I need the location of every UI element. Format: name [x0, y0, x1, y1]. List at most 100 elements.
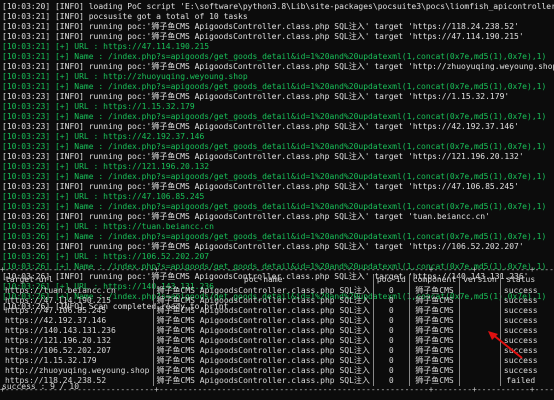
cell-url: https://140.143.131.236 [5, 326, 116, 335]
cell-id: 0 [372, 296, 410, 306]
cell-id: 0 [372, 366, 410, 376]
cell-comp: 狮子鱼CMS [408, 286, 460, 296]
log-message: [+] Name : /index.php?s=apigoods/get_goo… [50, 52, 547, 61]
cell-id: 0 [372, 306, 410, 316]
log-message: [+] URL : https://42.192.37.146 [50, 132, 205, 141]
cell-comp: 狮子鱼CMS [408, 346, 460, 356]
cell-comp: 狮子鱼CMS [408, 376, 460, 386]
cell-id: 0 [372, 286, 410, 296]
log-line: [10:03:23] [INFO] running poc:'狮子鱼CMS Ap… [2, 122, 554, 132]
cell-status: success [499, 296, 541, 306]
log-line: [10:03:23] [INFO] running poc:'狮子鱼CMS Ap… [2, 92, 554, 102]
log-message: [INFO] loading PoC script 'E:\software\p… [54, 2, 554, 11]
log-message: [+] Name : /index.php?s=apigoods/get_goo… [50, 172, 547, 181]
results-table: +-------------------------------+-------… [0, 266, 554, 394]
cell-url: https://47.114.190.215 [5, 296, 111, 305]
table-row: https://47.106.85.245 狮子鱼CMS ApigoodsCont… [2, 306, 541, 316]
cell-ver [459, 306, 501, 316]
log-timestamp: [10:03:21] [2, 62, 51, 71]
header-target-url: target-url [5, 275, 54, 284]
table-row: https://47.114.190.215 狮子鱼CMS ApigoodsCon… [2, 296, 541, 306]
cell-url: https://tuan.beiancc.cn [5, 286, 116, 295]
log-timestamp: [10:03:26] [2, 222, 51, 231]
table-header-row: target-url poc-name poc-id component ver… [2, 274, 541, 286]
cell-comp: 狮子鱼CMS [408, 336, 460, 346]
log-line: [10:03:26] [+] URL : https://106.52.202.… [2, 252, 554, 262]
cell-poc: 狮子鱼CMS ApigoodsController.class.php SQL注… [152, 326, 374, 336]
log-timestamp: [10:03:23] [2, 132, 51, 141]
log-message: [INFO] running poc:'狮子鱼CMS ApigoodsContr… [50, 62, 554, 71]
log-message: [+] Name : /index.php?s=apigoods/get_goo… [50, 112, 547, 121]
log-line: [10:03:23] [+] URL : https://47.106.85.2… [2, 192, 554, 202]
log-timestamp: [10:03:21] [2, 82, 51, 91]
cell-poc: 狮子鱼CMS ApigoodsController.class.php SQL注… [152, 286, 374, 296]
table-row: https://106.52.202.207 狮子鱼CMS ApigoodsCon… [2, 346, 541, 356]
log-line: [10:03:23] [+] Name : /index.php?s=apigo… [2, 172, 554, 182]
cell-poc: 狮子鱼CMS ApigoodsController.class.php SQL注… [152, 296, 374, 306]
cell-comp: 狮子鱼CMS [408, 366, 460, 376]
table-row: https://140.143.131.236 狮子鱼CMS ApigoodsCo… [2, 326, 541, 336]
log-line: [10:03:23] [+] URL : https://1.15.32.179 [2, 102, 554, 112]
table-row: https://42.192.37.146 狮子鱼CMS ApigoodsCont… [2, 316, 541, 326]
log-message: [INFO] running poc:'狮子鱼CMS ApigoodsContr… [50, 242, 524, 251]
log-timestamp: [10:03:26] [2, 252, 51, 261]
cell-poc: 狮子鱼CMS ApigoodsController.class.php SQL注… [152, 346, 374, 356]
log-message: [INFO] running poc:'狮子鱼CMS ApigoodsContr… [50, 22, 519, 31]
log-line: [10:03:23] [+] Name : /index.php?s=apigo… [2, 142, 554, 152]
log-line: [10:03:21] [+] Name : /index.php?s=apigo… [2, 52, 554, 62]
log-line: [10:03:23] [+] URL : https://121.196.20.… [2, 162, 554, 172]
results-grid: target-url poc-name poc-id component ver… [2, 274, 541, 386]
log-message: [+] Name : /index.php?s=apigoods/get_goo… [50, 202, 547, 211]
cell-comp: 狮子鱼CMS [408, 306, 460, 316]
cell-url: https://42.192.37.146 [5, 316, 107, 325]
cell-ver [459, 296, 501, 306]
log-line: [10:03:21] [+] URL : https://47.114.190.… [2, 42, 554, 52]
log-timestamp: [10:03:23] [2, 192, 51, 201]
table-row: https://118.24.238.52 狮子鱼CMS ApigoodsCont… [2, 376, 541, 386]
cell-id: 0 [372, 346, 410, 356]
log-timestamp: [10:03:23] [2, 172, 51, 181]
header-status: status [499, 274, 541, 286]
log-line: [10:03:23] [INFO] running poc:'狮子鱼CMS Ap… [2, 152, 554, 162]
cell-ver [459, 316, 501, 326]
cell-url: https://106.52.202.207 [5, 346, 111, 355]
log-line: [10:03:21] [+] Name : /index.php?s=apigo… [2, 82, 554, 92]
cell-ver [459, 376, 501, 386]
log-timestamp: [10:03:21] [2, 22, 51, 31]
header-poc-name: poc-name [152, 274, 374, 286]
red-arrow-icon [488, 331, 523, 359]
log-message: [INFO] running poc:'狮子鱼CMS ApigoodsContr… [50, 122, 519, 131]
cell-id: 0 [372, 336, 410, 346]
log-timestamp: [10:03:21] [2, 52, 51, 61]
log-line: [10:03:26] [+] URL : https://tuan.beianc… [2, 222, 554, 232]
cell-comp: 狮子鱼CMS [408, 326, 460, 336]
table-row: https://tuan.beiancc.cn 狮子鱼CMS ApigoodsCo… [2, 286, 541, 296]
log-message: [INFO] running poc:'狮子鱼CMS ApigoodsContr… [50, 32, 524, 41]
cell-comp: 狮子鱼CMS [408, 356, 460, 366]
log-timestamp: [10:03:26] [2, 212, 51, 221]
log-line: [10:03:21] [+] URL : http://zhuoyuqing.w… [2, 72, 554, 82]
cell-id: 0 [372, 356, 410, 366]
log-message: [INFO] pocsusite got a total of 10 tasks [50, 12, 248, 21]
cell-status: success [499, 306, 541, 316]
log-line: [10:03:26] [INFO] running poc:'狮子鱼CMS Ap… [2, 242, 554, 252]
log-timestamp: [10:03:21] [2, 12, 51, 21]
log-timestamp: [10:03:23] [2, 182, 51, 191]
log-message: [+] URL : http://zhuoyuqing.weyoung.shop [50, 72, 248, 81]
log-line: [10:03:23] [+] Name : /index.php?s=apigo… [2, 112, 554, 122]
cell-url: http://zhuoyuqing.weyoung.shop [5, 366, 150, 375]
log-timestamp: [10:03:26] [2, 242, 51, 251]
cell-status: success [499, 286, 541, 296]
cell-poc: 狮子鱼CMS ApigoodsController.class.php SQL注… [152, 366, 374, 376]
log-line: [10:03:21] [INFO] running poc:'狮子鱼CMS Ap… [2, 22, 554, 32]
table-bottom-border: +-------------------------------+-------… [0, 386, 554, 394]
cell-poc: 狮子鱼CMS ApigoodsController.class.php SQL注… [152, 336, 374, 346]
log-line: [10:03:21] [INFO] pocsusite got a total … [2, 12, 554, 22]
log-line: [10:03:23] [INFO] running poc:'狮子鱼CMS Ap… [2, 182, 554, 192]
cell-poc: 狮子鱼CMS ApigoodsController.class.php SQL注… [152, 356, 374, 366]
cell-ver [459, 366, 501, 376]
cell-poc: 狮子鱼CMS ApigoodsController.class.php SQL注… [152, 306, 374, 316]
log-timestamp: [10:03:23] [2, 122, 51, 131]
cell-id: 0 [372, 326, 410, 336]
table-row: https://121.196.20.132 狮子鱼CMS ApigoodsCon… [2, 336, 541, 346]
